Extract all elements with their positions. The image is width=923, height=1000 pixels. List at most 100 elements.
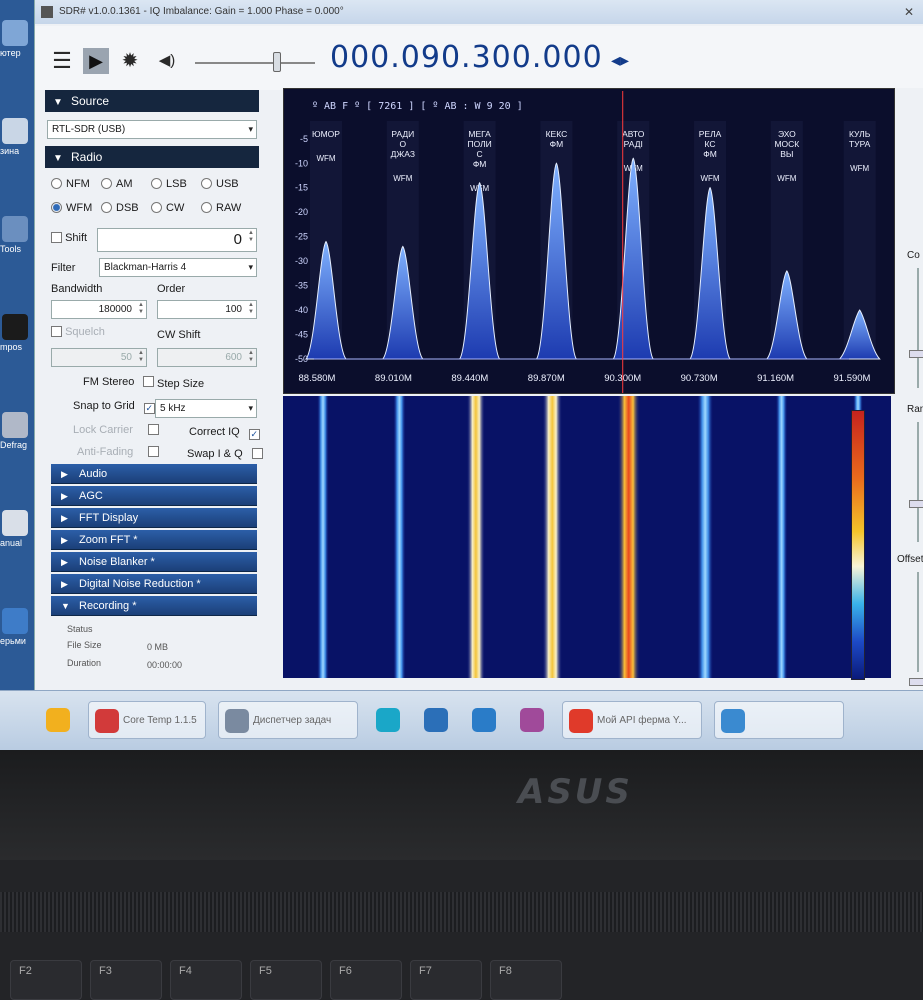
station-mode-label: WFM [316,154,335,163]
cw-shift-label: CW Shift [157,329,201,341]
spectrum-analyzer[interactable]: º AB F º [ 7261 ] [ º AB : W 9 20 ] ЮМОР W… [283,88,895,394]
app-icon [569,709,593,733]
expand-icon: ▶ [61,535,68,545]
mode-radio-wfm[interactable]: WFM [51,202,92,214]
recording-filesize-label: File Size [67,640,102,650]
desktop-shortcut[interactable]: mpos [0,314,30,352]
station-name-label: ДЖАЗ [391,149,415,159]
squelch-checkbox[interactable]: Squelch [51,326,105,338]
swap-iq-checkbox[interactable]: Swap I & Q [187,448,263,460]
plugin-header[interactable]: ▶ AGC [51,486,257,506]
title-bar[interactable]: SDR# v1.0.0.1361 - IQ Imbalance: Gain = … [35,0,923,24]
spectrum-plot[interactable]: º AB F º [ 7261 ] [ º AB : W 9 20 ] ЮМОР W… [284,89,895,394]
taskbar-app-button[interactable] [514,701,550,739]
volume-slider-track[interactable] [195,62,315,64]
snap-to-grid-checkbox[interactable]: Snap to Grid ✓ [73,400,155,414]
plugin-header[interactable]: ▶ Digital Noise Reduction * [51,574,257,594]
squelch-input[interactable]: 50 ▲ ▼ [51,348,147,367]
station-name-label: ФМ [550,139,564,149]
fm-stereo-checkbox[interactable]: FM Stereo [83,376,155,388]
display-settings-panel: Co Rang Offset [895,88,923,688]
function-key: F5 [250,960,322,1000]
anti-fading-checkbox[interactable]: Anti-Fading [77,446,160,458]
y-tick-label: -15 [295,183,308,193]
taskbar-app-button[interactable] [466,701,502,739]
waterfall-display[interactable] [283,396,891,678]
play-icon[interactable]: ▶ [83,48,109,74]
offset-slider-thumb[interactable] [909,678,923,686]
range-slider-thumb[interactable] [909,500,923,508]
order-input[interactable]: 100 ▲ ▼ [157,300,257,319]
plugin-header[interactable]: ▶ Audio [51,464,257,484]
taskbar-app-button[interactable] [370,701,406,739]
shift-checkbox[interactable]: Shift [51,232,87,244]
source-header[interactable]: ▼ Source [45,90,259,112]
desktop-shortcut[interactable]: ерьми [0,608,30,646]
mode-radio-lsb[interactable]: LSB [151,178,187,190]
plugin-header[interactable]: ▶ Noise Blanker * [51,552,257,572]
expand-icon: ▶ [61,513,68,523]
gear-icon[interactable]: ✹ [117,48,143,74]
y-tick-label: -50 [295,354,308,364]
bandwidth-input[interactable]: 180000 ▲ ▼ [51,300,147,319]
contrast-slider-thumb[interactable] [909,350,923,358]
contrast-slider[interactable] [917,268,919,388]
mode-radio-cw[interactable]: CW [151,202,184,214]
start-button[interactable] [0,701,30,739]
y-tick-label: -45 [295,330,308,340]
desktop-shortcut[interactable]: anual [0,510,30,548]
plugin-header[interactable]: ▶ FFT Display [51,508,257,528]
plugin-header[interactable]: ▼ Recording * [51,596,257,616]
taskbar-app-button[interactable] [40,701,76,739]
spin-arrows-icon: ▲ ▼ [248,302,254,315]
mode-radio-nfm[interactable]: NFM [51,178,90,190]
correct-iq-checkbox[interactable]: Correct IQ ✓ [189,426,260,440]
offset-slider[interactable] [917,572,919,672]
shift-value-input[interactable]: 0 ▲ ▼ [97,228,257,252]
waterfall-trace [542,396,562,678]
x-tick-label: 90.730M [681,373,718,384]
frequency-display[interactable]: 000.090.300.000 [330,40,603,75]
expand-icon: ▶ [61,579,68,589]
menu-icon[interactable]: ☰ [49,48,75,74]
spin-arrows-icon: ▲ ▼ [138,350,144,363]
volume-slider-thumb[interactable] [273,52,281,72]
mode-radio-usb[interactable]: USB [201,178,239,190]
radio-header[interactable]: ▼ Radio [45,146,259,168]
range-slider[interactable] [917,422,919,542]
frequency-arrows-icon[interactable]: ◂▸ [611,50,629,71]
taskbar-app-button[interactable] [714,701,844,739]
desktop-shortcut[interactable]: Defrag [0,412,30,450]
taskbar-app-button[interactable]: Мой API ферма Y... [562,701,702,739]
taskbar-app-button[interactable]: Core Temp 1.1.5 [88,701,206,739]
lock-carrier-checkbox[interactable]: Lock Carrier [73,424,159,436]
collapse-icon: ▼ [53,153,63,164]
radio-dot-icon [151,178,162,189]
cw-shift-input[interactable]: 600 ▲ ▼ [157,348,257,367]
offset-label: Offset [897,554,923,565]
mode-radio-am[interactable]: AM [101,178,133,190]
speaker-grille [0,892,923,932]
contrast-label: Co [907,250,920,261]
close-icon[interactable]: ✕ [904,0,914,24]
station-name-label: ТУРА [849,139,871,149]
mode-radio-raw[interactable]: RAW [201,202,241,214]
step-size-select[interactable]: 5 kHz ▾ [155,399,257,418]
source-device-select[interactable]: RTL-SDR (USB) ▾ [47,120,257,139]
plugin-header[interactable]: ▶ Zoom FFT * [51,530,257,550]
taskbar-app-button[interactable] [418,701,454,739]
waterfall-trace [617,396,640,678]
mode-radio-dsb[interactable]: DSB [101,202,139,214]
radio-dot-icon [151,202,162,213]
desktop-shortcut[interactable]: ютер [0,20,30,58]
volume-icon[interactable]: ◀) [151,48,183,74]
y-tick-label: -10 [295,158,308,168]
filter-select[interactable]: Blackman-Harris 4 ▾ [99,258,257,277]
radio-dot-icon [51,202,62,213]
desktop-shortcut[interactable]: зина [0,118,30,156]
desktop-shortcut[interactable]: Tools [0,216,30,254]
taskbar-app-button[interactable]: Диспетчер задач [218,701,358,739]
function-key: F3 [90,960,162,1000]
y-tick-label: -35 [295,281,308,291]
station-name-label: ФМ [473,159,487,169]
